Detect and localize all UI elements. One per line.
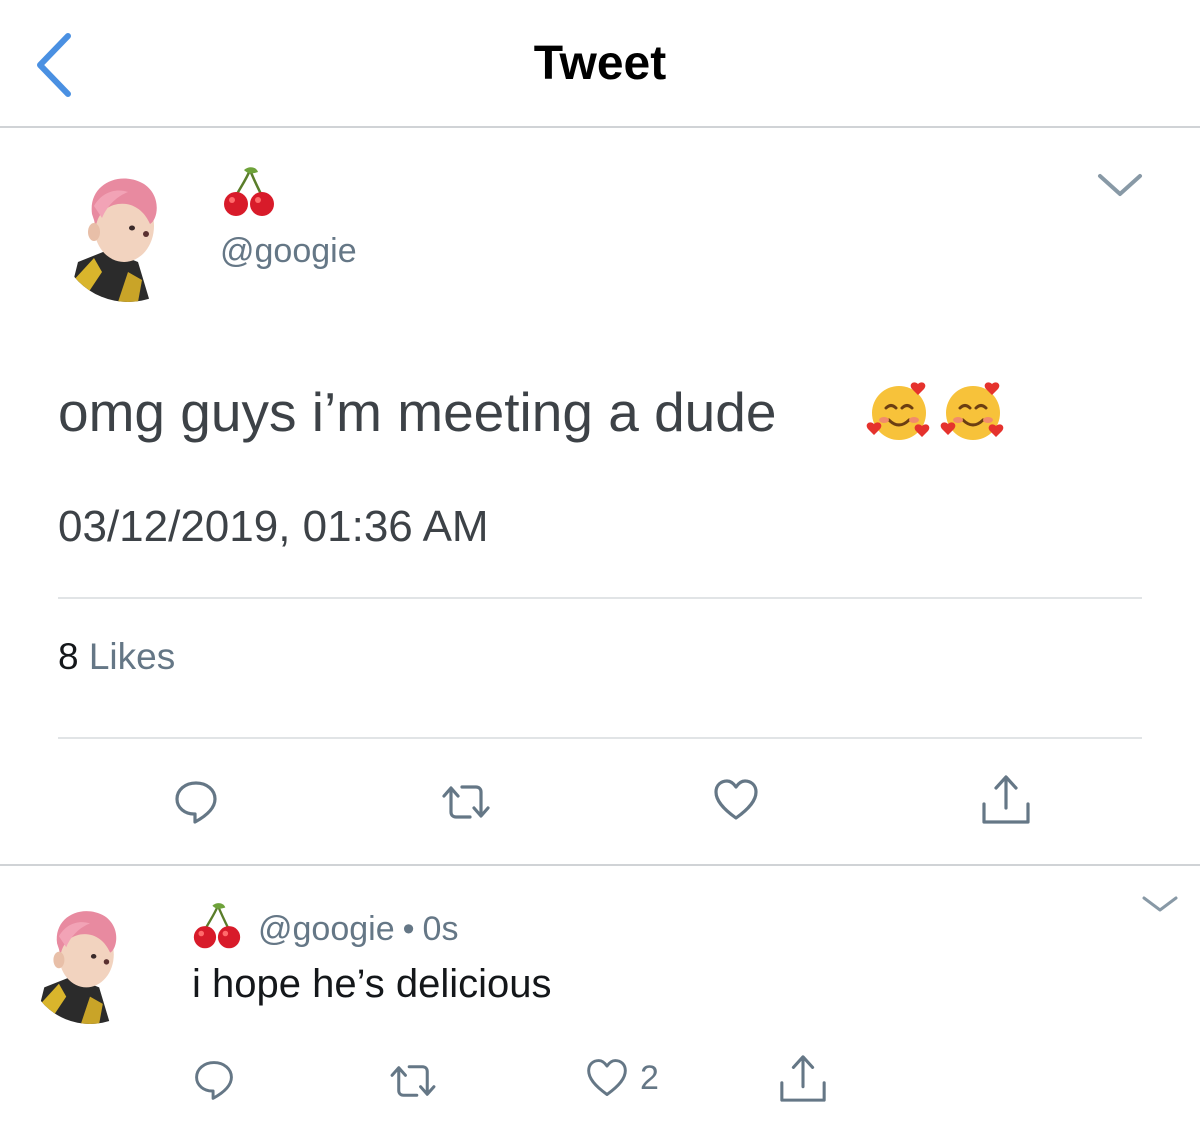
more-options-button[interactable] <box>1140 892 1180 916</box>
share-button[interactable] <box>980 772 1032 826</box>
likes-count: 8 <box>58 636 79 677</box>
smiling-face-with-hearts-icon <box>940 382 1004 440</box>
tweet-timestamp: 03/12/2019, 01:36 AM <box>58 502 489 551</box>
retweet-icon <box>390 1065 436 1097</box>
share-icon <box>780 1055 826 1102</box>
heart-icon <box>714 779 758 820</box>
divider <box>58 597 1142 599</box>
chevron-down-icon <box>1098 174 1142 196</box>
like-button[interactable] <box>584 1056 630 1100</box>
separator-dot: • <box>402 910 415 948</box>
navigation-bar: Tweet <box>0 0 1200 128</box>
reply-time: 0s <box>422 910 459 948</box>
cherry-icon <box>224 167 274 216</box>
share-button[interactable] <box>778 1052 828 1104</box>
retweet-button[interactable] <box>438 782 494 822</box>
reply-meta: @googie • 0s <box>258 910 458 949</box>
avatar[interactable] <box>58 162 198 302</box>
reply-icon <box>195 1061 233 1100</box>
tweet-text: omg guys i’m meeting a dude <box>58 381 777 443</box>
retweet-button[interactable] <box>386 1062 440 1100</box>
heart-icon <box>587 1059 627 1096</box>
likes-summary[interactable]: 8 Likes <box>58 636 175 678</box>
like-button[interactable] <box>712 776 760 824</box>
more-options-button[interactable] <box>1096 168 1144 202</box>
smiling-face-with-hearts-icon <box>866 382 930 440</box>
page-title: Tweet <box>533 37 667 90</box>
divider <box>0 864 1200 866</box>
avatar[interactable] <box>26 896 154 1024</box>
reply-button[interactable] <box>172 778 220 826</box>
retweet-icon <box>442 785 490 819</box>
reply-icon <box>175 781 217 824</box>
user-handle[interactable]: @googie <box>258 910 395 948</box>
chevron-down-icon <box>1142 896 1178 912</box>
profile-photo <box>26 896 154 1024</box>
cherry-icon <box>193 903 241 949</box>
like-count: 2 <box>640 1059 659 1097</box>
divider <box>58 737 1142 739</box>
reply-button[interactable] <box>192 1058 236 1102</box>
reply-text: i hope he’s delicious <box>192 962 552 1006</box>
profile-photo <box>58 162 198 302</box>
share-icon <box>982 775 1030 824</box>
likes-label: Likes <box>88 636 176 677</box>
user-handle[interactable]: @googie <box>220 232 357 271</box>
